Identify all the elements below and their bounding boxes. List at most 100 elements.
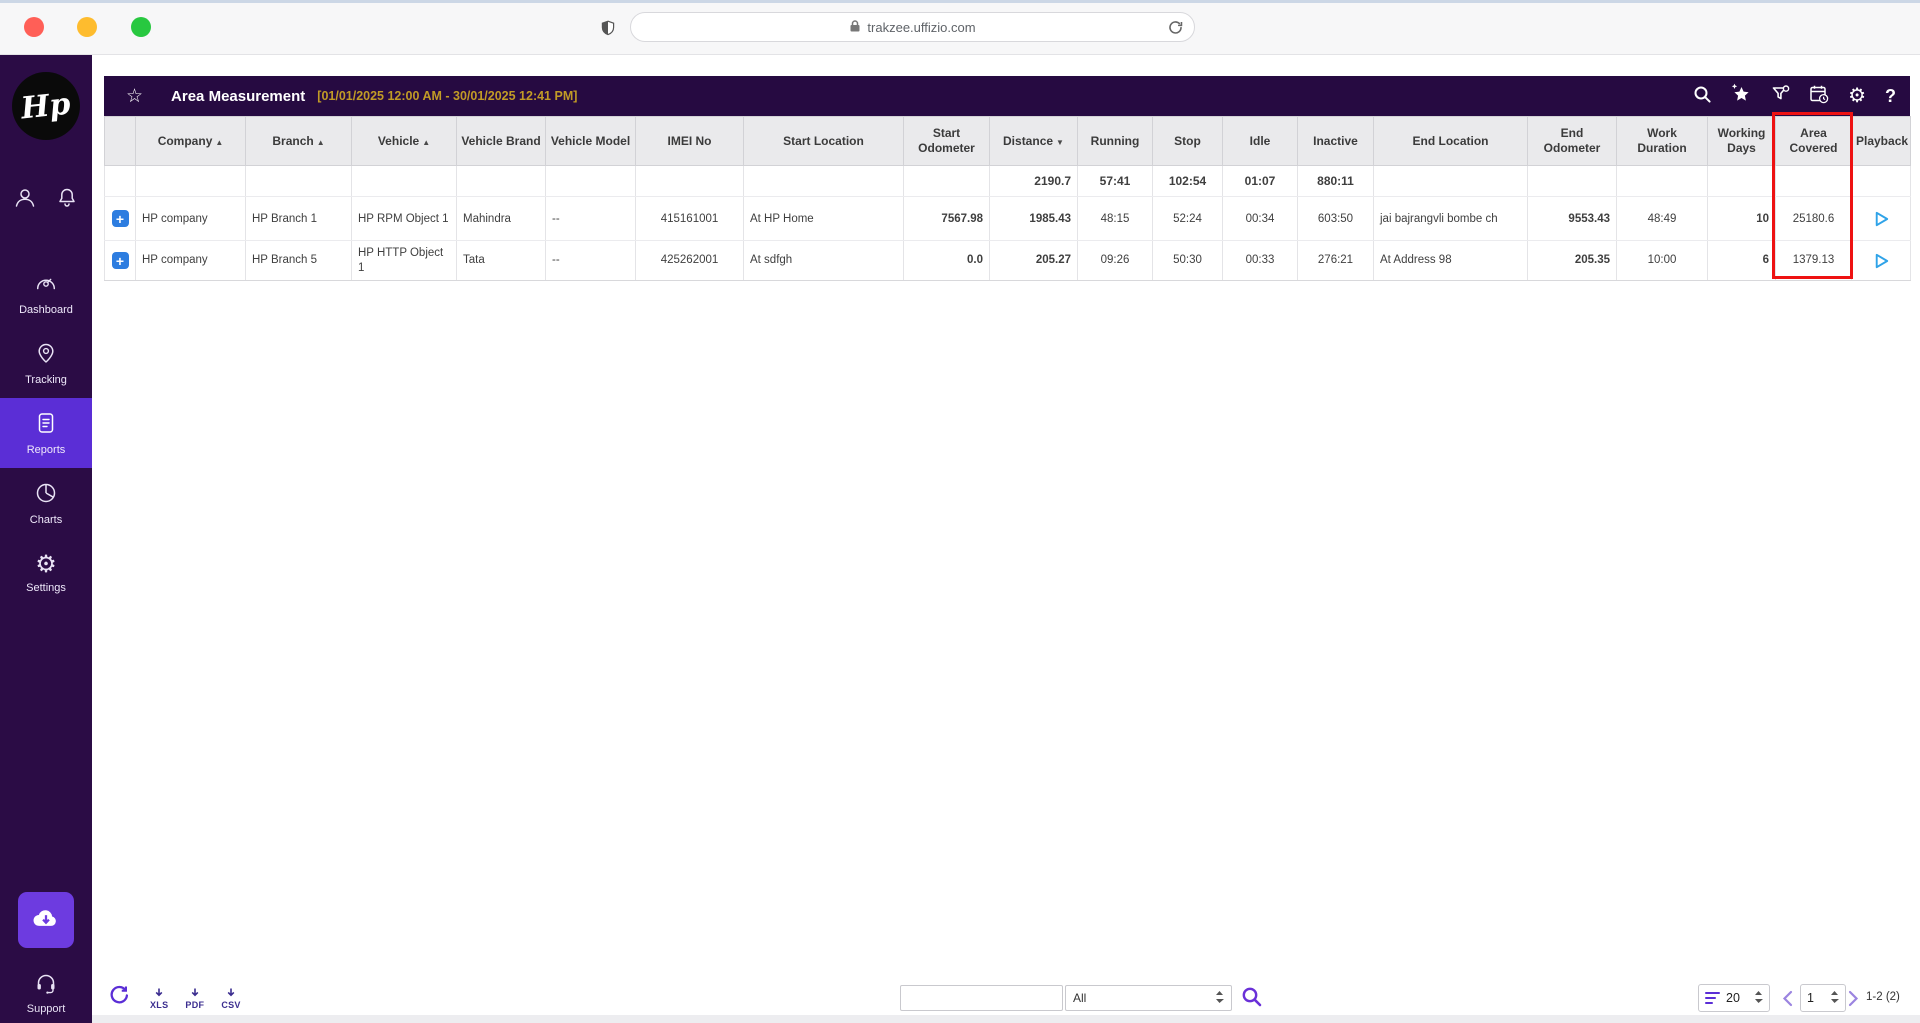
download-arrow-icon [154,988,164,1000]
stop-cell: 50:30 [1152,240,1223,281]
page-number-input[interactable]: 1 [1800,984,1846,1012]
select-stepper-icon [1215,990,1224,1007]
company-cell: HP company [135,196,246,241]
export-xls-button[interactable]: XLS [150,988,168,1010]
previous-page-chevron-icon[interactable] [1782,990,1793,1012]
star-sparkle-icon[interactable] [1731,83,1752,109]
shield-icon[interactable] [600,19,616,42]
col-header-imei[interactable]: IMEI No [635,116,744,166]
sidebar-item-settings[interactable]: ⚙ Settings [0,538,92,608]
table-row: + HP company HP Branch 5 HP HTTP Object … [104,240,1911,281]
refresh-icon[interactable] [108,984,129,1010]
summary-row: 2190.7 57:41 102:54 01:07 880:11 [104,165,1911,197]
maximize-button[interactable] [131,17,151,37]
col-header-company[interactable]: Company ▲ [135,116,246,166]
close-button[interactable] [24,17,44,37]
favorite-star-icon[interactable]: ☆ [126,87,143,106]
idle-cell: 00:34 [1222,196,1298,241]
vehicle-model-cell: -- [545,240,636,281]
summary-running: 57:41 [1077,165,1153,197]
col-header-branch[interactable]: Branch ▲ [245,116,352,166]
col-header-stop[interactable]: Stop [1152,116,1223,166]
company-cell: HP company [135,240,246,281]
col-header-end-location[interactable]: End Location [1373,116,1528,166]
app-logo[interactable]: Hp [12,72,80,140]
playback-cell [1851,240,1911,281]
report-header: ☆ Area Measurement [01/01/2025 12:00 AM … [104,76,1910,116]
col-header-area-covered[interactable]: Area Covered [1775,116,1852,166]
page-title: Area Measurement [171,87,306,105]
col-header-playback: Playback [1851,116,1911,166]
row-expand-cell: + [104,240,136,281]
filter-funnel-icon[interactable] [1771,84,1790,108]
charts-icon [33,480,59,509]
col-header-inactive[interactable]: Inactive [1297,116,1374,166]
date-range[interactable]: [01/01/2025 12:00 AM - 30/01/2025 12:41 … [317,89,577,103]
col-header-vehicle-model[interactable]: Vehicle Model [545,116,636,166]
end-odometer-cell: 205.35 [1527,240,1617,281]
inactive-cell: 603:50 [1297,196,1374,241]
summary-cell [1373,165,1528,197]
end-odometer-cell: 9553.43 [1527,196,1617,241]
distance-cell: 1985.43 [989,196,1078,241]
next-page-chevron-icon[interactable] [1848,990,1859,1012]
col-header-start-location[interactable]: Start Location [743,116,904,166]
col-header-start-odometer[interactable]: Start Odometer [903,116,990,166]
sidebar-item-charts[interactable]: Charts [0,468,92,538]
summary-cell [104,165,136,197]
notifications-bell-icon[interactable] [54,185,80,216]
col-header-vehicle-brand[interactable]: Vehicle Brand [456,116,546,166]
sidebar-item-support[interactable]: Support [0,971,92,1015]
table-search-input[interactable] [900,985,1063,1011]
sidebar: Hp Dashboard Tracking Reports Charts ⚙ S… [0,55,92,1023]
sidebar-item-reports[interactable]: Reports [0,398,92,468]
playback-play-button[interactable] [1858,209,1904,229]
report-table: Company ▲ Branch ▲ Vehicle ▲ Vehicle Brand … [104,116,1911,281]
end-location-cell: At Address 98 [1373,240,1528,281]
col-header-distance[interactable]: Distance ▼ [989,116,1078,166]
search-icon[interactable] [1692,84,1712,109]
cloud-download-button[interactable] [18,892,74,948]
sidebar-item-tracking[interactable]: Tracking [0,328,92,398]
summary-cell [743,165,904,197]
col-header-running[interactable]: Running [1077,116,1153,166]
work-duration-cell: 10:00 [1616,240,1708,281]
page-size-select[interactable]: 20 [1698,984,1770,1012]
sidebar-item-dashboard[interactable]: Dashboard [0,258,92,328]
col-header-idle[interactable]: Idle [1222,116,1298,166]
expand-row-button[interactable]: + [111,210,129,227]
table-row: + HP company HP Branch 1 HP RPM Object 1… [104,196,1911,241]
col-header-vehicle[interactable]: Vehicle ▲ [351,116,457,166]
gear-icon[interactable]: ⚙ [1848,86,1866,106]
export-csv-button[interactable]: CSV [221,988,240,1010]
cloud-download-icon [29,903,63,938]
stop-cell: 52:24 [1152,196,1223,241]
playback-cell [1851,196,1911,241]
export-pdf-button[interactable]: PDF [185,988,204,1010]
sort-asc-icon: ▲ [422,137,431,147]
reload-icon[interactable] [1167,19,1184,39]
minimize-button[interactable] [77,17,97,37]
col-header-end-odometer[interactable]: End Odometer [1527,116,1617,166]
column-filter-select[interactable]: All [1065,985,1232,1011]
col-header-working-days[interactable]: Working Days [1707,116,1776,166]
pagination-range-label: 1-2 (2) [1866,991,1900,1003]
list-lines-icon [1705,991,1720,1005]
sidebar-item-label: Reports [26,444,66,456]
working-days-cell: 10 [1707,196,1776,241]
expand-row-button[interactable]: + [111,252,129,269]
user-icon[interactable] [12,185,38,216]
area-covered-cell: 25180.6 [1775,196,1852,241]
help-icon[interactable]: ? [1885,86,1896,107]
table-search-button[interactable] [1240,985,1264,1014]
settings-gear-icon: ⚙ [35,550,57,578]
summary-inactive: 880:11 [1297,165,1374,197]
dashboard-icon [33,270,59,299]
sidebar-item-label: Dashboard [19,304,73,316]
playback-play-button[interactable] [1858,251,1904,271]
col-header-work-duration[interactable]: Work Duration [1616,116,1708,166]
inactive-cell: 276:21 [1297,240,1374,281]
address-bar[interactable]: trakzee.uffizio.com [630,12,1195,42]
branch-cell: HP Branch 5 [245,240,352,281]
calendar-clock-icon[interactable] [1809,84,1829,109]
